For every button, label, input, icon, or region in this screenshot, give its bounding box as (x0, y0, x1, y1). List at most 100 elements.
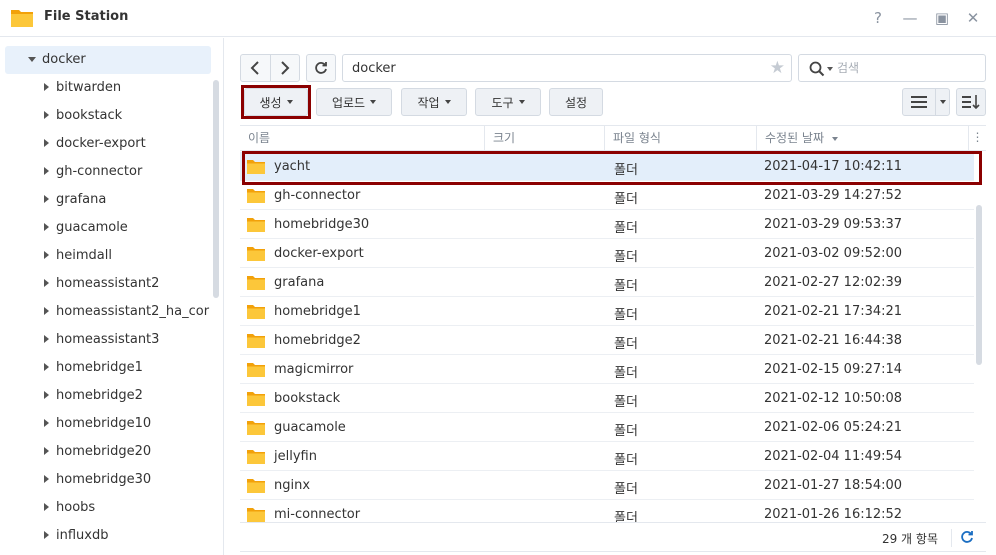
table-row[interactable]: homebridge30 폴더 2021-03-29 09:53:37 (240, 210, 974, 239)
tree-item[interactable]: influxdb (0, 522, 212, 550)
caret-right-icon[interactable] (44, 251, 49, 259)
caret-right-icon[interactable] (44, 167, 49, 175)
caret-right-icon[interactable] (44, 279, 49, 287)
folder-icon (247, 247, 265, 261)
tree-item[interactable]: homeassistant2 (0, 270, 212, 298)
column-header-label: 파일 형식 (613, 131, 661, 145)
caret-right-icon[interactable] (44, 447, 49, 455)
caret-right-icon[interactable] (44, 307, 49, 315)
table-row[interactable]: homebridge1 폴더 2021-02-21 17:34:21 (240, 297, 974, 326)
table-row[interactable]: guacamole 폴더 2021-02-06 05:24:21 (240, 413, 974, 442)
table-row[interactable]: docker-export 폴더 2021-03-02 09:52:00 (240, 239, 974, 268)
tree-item-label: docker-export (56, 136, 146, 151)
table-row[interactable]: gh-connector 폴더 2021-03-29 14:27:52 (240, 181, 974, 210)
back-button[interactable] (241, 55, 270, 81)
column-header-size[interactable]: 크기 (484, 126, 604, 150)
caret-right-icon[interactable] (44, 475, 49, 483)
star-icon[interactable]: ★ (770, 58, 785, 78)
view-mode-group (902, 88, 950, 116)
view-mode-dropdown[interactable] (935, 89, 949, 115)
close-icon[interactable]: ✕ (963, 8, 983, 28)
tree-item[interactable]: docker-export (0, 130, 212, 158)
sort-button[interactable] (956, 88, 986, 116)
dropdown-caret-icon (939, 100, 946, 104)
file-name: mi-connector (274, 507, 361, 522)
search-input[interactable] (837, 59, 977, 77)
table-row[interactable]: nginx 폴더 2021-01-27 18:54:00 (240, 471, 974, 500)
tree-item[interactable]: homeassistant2_ha_cor (0, 298, 212, 326)
sort-desc-caret-icon (831, 136, 838, 141)
caret-right-icon[interactable] (44, 419, 49, 427)
tree-item[interactable]: bookstack (0, 102, 212, 130)
table-row[interactable]: yacht 폴더 2021-04-17 10:42:11 (240, 152, 974, 181)
folder-icon (247, 450, 265, 464)
table-row[interactable]: homebridge2 폴더 2021-02-21 16:44:38 (240, 326, 974, 355)
tree-item-docker[interactable]: docker (5, 46, 211, 74)
caret-right-icon[interactable] (44, 335, 49, 343)
dropdown-caret-icon (518, 100, 525, 104)
forward-button[interactable] (269, 55, 299, 81)
refresh-icon[interactable] (960, 530, 974, 544)
caret-right-icon[interactable] (44, 363, 49, 371)
caret-right-icon[interactable] (44, 531, 49, 539)
search-icon[interactable] (809, 61, 825, 77)
table-row[interactable]: magicmirror 폴더 2021-02-15 09:27:14 (240, 355, 974, 384)
search-field[interactable] (798, 54, 986, 82)
table-row[interactable]: bookstack 폴더 2021-02-12 10:50:08 (240, 384, 974, 413)
refresh-icon (315, 62, 327, 74)
caret-right-icon[interactable] (44, 391, 49, 399)
minimize-icon[interactable]: — (900, 8, 920, 28)
search-options-caret-icon[interactable] (827, 67, 833, 71)
folder-tree-sidebar: docker bitwarden bookstack docker-export gh… (0, 38, 224, 555)
column-header-modified[interactable]: 수정된 날짜 (756, 126, 968, 150)
caret-right-icon[interactable] (44, 111, 49, 119)
upload-button[interactable]: 업로드 (316, 88, 392, 116)
tree-item[interactable]: bitwarden (0, 74, 212, 102)
tree-item-label: heimdall (56, 248, 112, 263)
tree-item-label: homebridge10 (56, 416, 152, 431)
action-button[interactable]: 작업 (401, 88, 467, 116)
refresh-button[interactable] (306, 54, 336, 82)
path-field[interactable]: docker ★ (342, 54, 792, 82)
tree-item[interactable]: homebridge20 (0, 438, 212, 466)
caret-right-icon[interactable] (44, 503, 49, 511)
table-row[interactable]: mi-connector 폴더 2021-01-26 16:12:52 (240, 500, 974, 522)
caret-right-icon[interactable] (44, 195, 49, 203)
tree-item[interactable]: heimdall (0, 242, 212, 270)
tree-item[interactable]: grafana (0, 186, 212, 214)
tree-item[interactable]: homebridge2 (0, 382, 212, 410)
caret-right-icon[interactable] (44, 83, 49, 91)
create-button[interactable]: 생성 (244, 88, 308, 116)
tree-item[interactable]: gh-connector (0, 158, 212, 186)
caret-right-icon[interactable] (44, 139, 49, 147)
caret-right-icon[interactable] (44, 223, 49, 231)
folder-icon (247, 160, 265, 174)
help-icon[interactable]: ? (868, 8, 888, 28)
tree-item-label: hoobs (56, 500, 96, 515)
tree-item[interactable]: homebridge1 (0, 354, 212, 382)
list-view-button[interactable] (903, 89, 935, 115)
maximize-icon[interactable]: ▣ (932, 8, 952, 28)
tree-item[interactable]: homeassistant3 (0, 326, 212, 354)
tree-item[interactable]: homebridge30 (0, 466, 212, 494)
column-menu-icon[interactable]: ⋮ (968, 126, 986, 150)
settings-button[interactable]: 설정 (549, 88, 603, 116)
column-header-name[interactable]: 이름 (240, 126, 484, 150)
tree-item[interactable]: homebridge10 (0, 410, 212, 438)
column-header-label: 이름 (248, 131, 271, 145)
status-divider (951, 529, 952, 547)
file-type: 폴더 (614, 453, 638, 468)
file-type: 폴더 (614, 221, 638, 236)
tree-item[interactable]: hoobs (0, 494, 212, 522)
column-header-type[interactable]: 파일 형식 (604, 126, 756, 150)
file-name: jellyfin (274, 449, 317, 464)
sidebar-scrollbar[interactable] (213, 80, 219, 298)
table-row[interactable]: jellyfin 폴더 2021-02-04 11:49:54 (240, 442, 974, 471)
window-title: File Station (44, 9, 129, 24)
file-list-scrollbar[interactable] (976, 205, 982, 365)
tree-item-label: homebridge30 (56, 472, 152, 487)
table-row[interactable]: grafana 폴더 2021-02-27 12:02:39 (240, 268, 974, 297)
tree-item[interactable]: guacamole (0, 214, 212, 242)
tools-button[interactable]: 도구 (475, 88, 541, 116)
caret-down-icon[interactable] (28, 57, 36, 62)
